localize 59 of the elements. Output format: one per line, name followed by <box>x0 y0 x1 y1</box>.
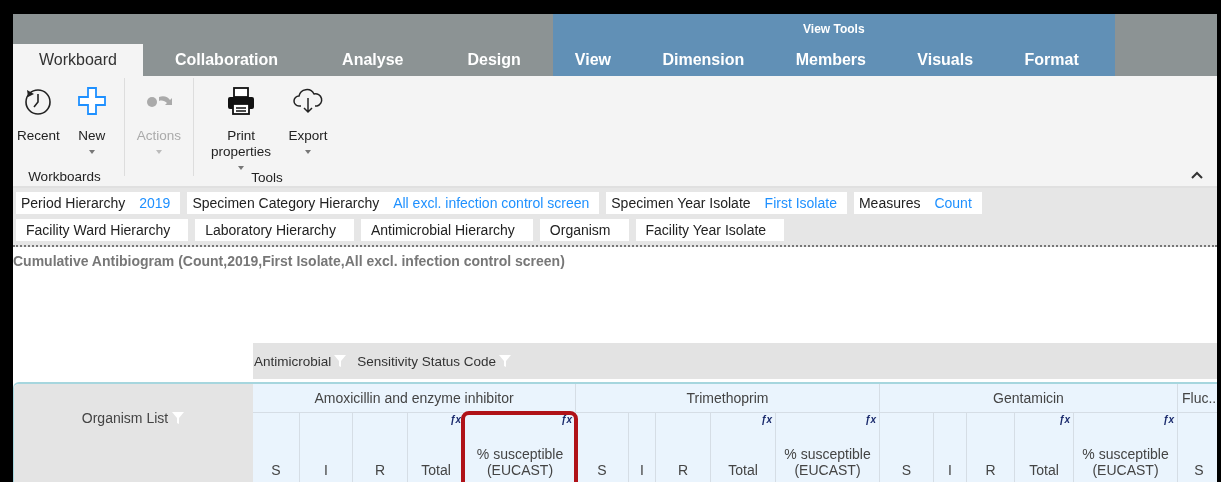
formula-icon: ƒx <box>449 415 461 425</box>
ribbon-button[interactable]: New <box>67 86 116 154</box>
formula-icon: ƒx <box>1162 415 1174 425</box>
clock-icon <box>23 86 54 116</box>
filter-chip[interactable]: Specimen Category Hierarchy All excl. infection control screen <box>187 192 600 214</box>
column-label: % susceptible (EUCAST) <box>1081 446 1170 478</box>
filter-chip[interactable]: Facility Year Isolate <box>635 219 785 241</box>
column-group-header: Gentamicin <box>880 384 1177 413</box>
ribbon-button[interactable]: Export <box>284 86 333 154</box>
ribbon-button[interactable]: Recent <box>13 86 64 144</box>
filter-icon[interactable] <box>333 354 348 368</box>
formula-icon: ƒx <box>1058 415 1070 425</box>
ribbon-button[interactable]: Print properties <box>202 86 281 170</box>
column-label: S <box>270 462 282 478</box>
formula-icon: ƒx <box>864 415 876 425</box>
column-label: S <box>1193 462 1205 478</box>
filter-chip[interactable]: Facility Ward Hierarchy <box>16 219 189 241</box>
column-label: Total <box>420 462 452 478</box>
ribbon-tab[interactable]: Workboard <box>13 44 143 76</box>
filter-chip[interactable]: Laboratory Hierarchy <box>195 219 354 241</box>
column-label: % susceptible (EUCAST) <box>475 446 565 478</box>
plus-icon <box>76 86 107 116</box>
group-label: Workboards <box>28 169 101 184</box>
collapse-icon[interactable] <box>1191 171 1203 180</box>
formula-icon: ƒx <box>560 415 572 425</box>
printer-icon <box>226 86 257 116</box>
column-label: Total <box>1028 462 1060 478</box>
column-label: R <box>984 462 997 478</box>
column-label: Total <box>727 462 759 478</box>
column-label: I <box>639 462 645 478</box>
filter-label: Period Hierarchy <box>21 195 126 211</box>
group-label: Tools <box>251 170 283 185</box>
filter-chip[interactable]: Measures Count <box>853 192 982 214</box>
pivot-field[interactable]: Antimicrobial <box>254 353 332 369</box>
column-label: R <box>676 462 690 478</box>
filter-chip[interactable]: Specimen Year Isolate First Isolate <box>606 192 847 214</box>
filter-label: Measures <box>858 195 921 211</box>
column-label: R <box>373 462 387 478</box>
filter-chip[interactable]: Period Hierarchy 2019 <box>16 192 181 214</box>
formula-icon: ƒx <box>760 415 772 425</box>
filter-icon[interactable] <box>171 411 186 425</box>
column-group-header: Trimethoprim <box>576 384 879 413</box>
pivot-field[interactable]: Sensitivity Status Code <box>357 353 497 369</box>
contextual-group-label: View Tools <box>803 21 865 38</box>
report-title: Cumulative Antibiogram (Count,2019,First Isolate,All excl. infection control screen) <box>13 253 566 271</box>
filter-label: Specimen Category Hierarchy <box>192 195 380 211</box>
row-header-label[interactable]: Organism List <box>81 410 169 426</box>
filter-label: Specimen Year Isolate <box>611 195 751 211</box>
column-group-header: Amoxicillin and enzyme inhibitor <box>253 384 575 413</box>
filter-chip[interactable]: Antimicrobial Hierarchy <box>360 219 533 241</box>
column-label: I <box>947 462 953 478</box>
filter-chip[interactable]: Organism <box>539 219 629 241</box>
column-label: I <box>323 462 329 478</box>
filter-icon[interactable] <box>498 354 513 368</box>
column-label: S <box>596 462 608 478</box>
column-label: % susceptible (EUCAST) <box>783 446 872 478</box>
column-label: S <box>900 462 913 478</box>
column-group-header: Fluc... <box>1178 384 1217 413</box>
cloud-download-icon <box>293 86 324 116</box>
